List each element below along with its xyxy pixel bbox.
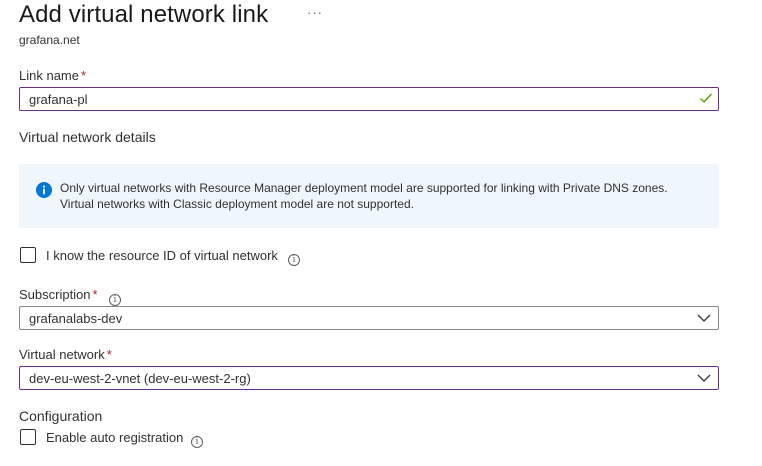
page-subtitle: grafana.net [19, 33, 80, 47]
page-title: Add virtual network link [19, 1, 269, 28]
auto-registration-info-icon[interactable]: i [191, 431, 203, 449]
info-icon [36, 182, 52, 198]
more-options-button[interactable]: ··· [307, 5, 323, 20]
virtual-network-value: dev-eu-west-2-vnet (dev-eu-west-2-rg) [29, 371, 251, 386]
info-circle-icon: i [191, 436, 203, 448]
link-name-label: Link name * [19, 68, 86, 83]
info-banner: Only virtual networks with Resource Mana… [19, 164, 719, 228]
virtual-network-dropdown[interactable]: dev-eu-west-2-vnet (dev-eu-west-2-rg) [19, 366, 719, 390]
subscription-value: grafanalabs-dev [29, 311, 123, 326]
virtual-network-label-text: Virtual network [19, 347, 105, 362]
auto-registration-label[interactable]: Enable auto registration [46, 430, 183, 445]
required-mark: * [92, 287, 98, 302]
link-name-label-text: Link name [19, 68, 79, 83]
chevron-down-icon [697, 314, 711, 322]
virtual-network-details-heading: Virtual network details [19, 129, 156, 145]
subscription-dropdown[interactable]: grafanalabs-dev [19, 306, 719, 330]
link-name-input[interactable]: grafana-pl [19, 87, 719, 111]
info-circle-icon: i [288, 254, 300, 266]
resource-id-checkbox-label[interactable]: I know the resource ID of virtual networ… [46, 248, 278, 263]
resource-id-checkbox[interactable] [20, 247, 36, 263]
info-circle-icon: i [109, 294, 121, 306]
virtual-network-label: Virtual network * [19, 347, 112, 362]
subscription-label-text: Subscription [19, 287, 91, 302]
info-banner-line1: Only virtual networks with Resource Mana… [60, 181, 668, 195]
info-tooltip-icon[interactable]: i [288, 249, 300, 267]
link-name-value: grafana-pl [29, 92, 88, 107]
checkmark-icon [700, 93, 713, 104]
configuration-heading: Configuration [19, 408, 103, 424]
required-mark: * [106, 347, 112, 362]
required-mark: * [80, 68, 87, 83]
auto-registration-checkbox[interactable] [20, 429, 36, 445]
chevron-down-icon [697, 374, 711, 382]
info-banner-line2: Virtual networks with Classic deployment… [60, 197, 414, 211]
subscription-info-icon[interactable]: i [109, 289, 121, 307]
subscription-label: Subscription * [19, 287, 98, 302]
